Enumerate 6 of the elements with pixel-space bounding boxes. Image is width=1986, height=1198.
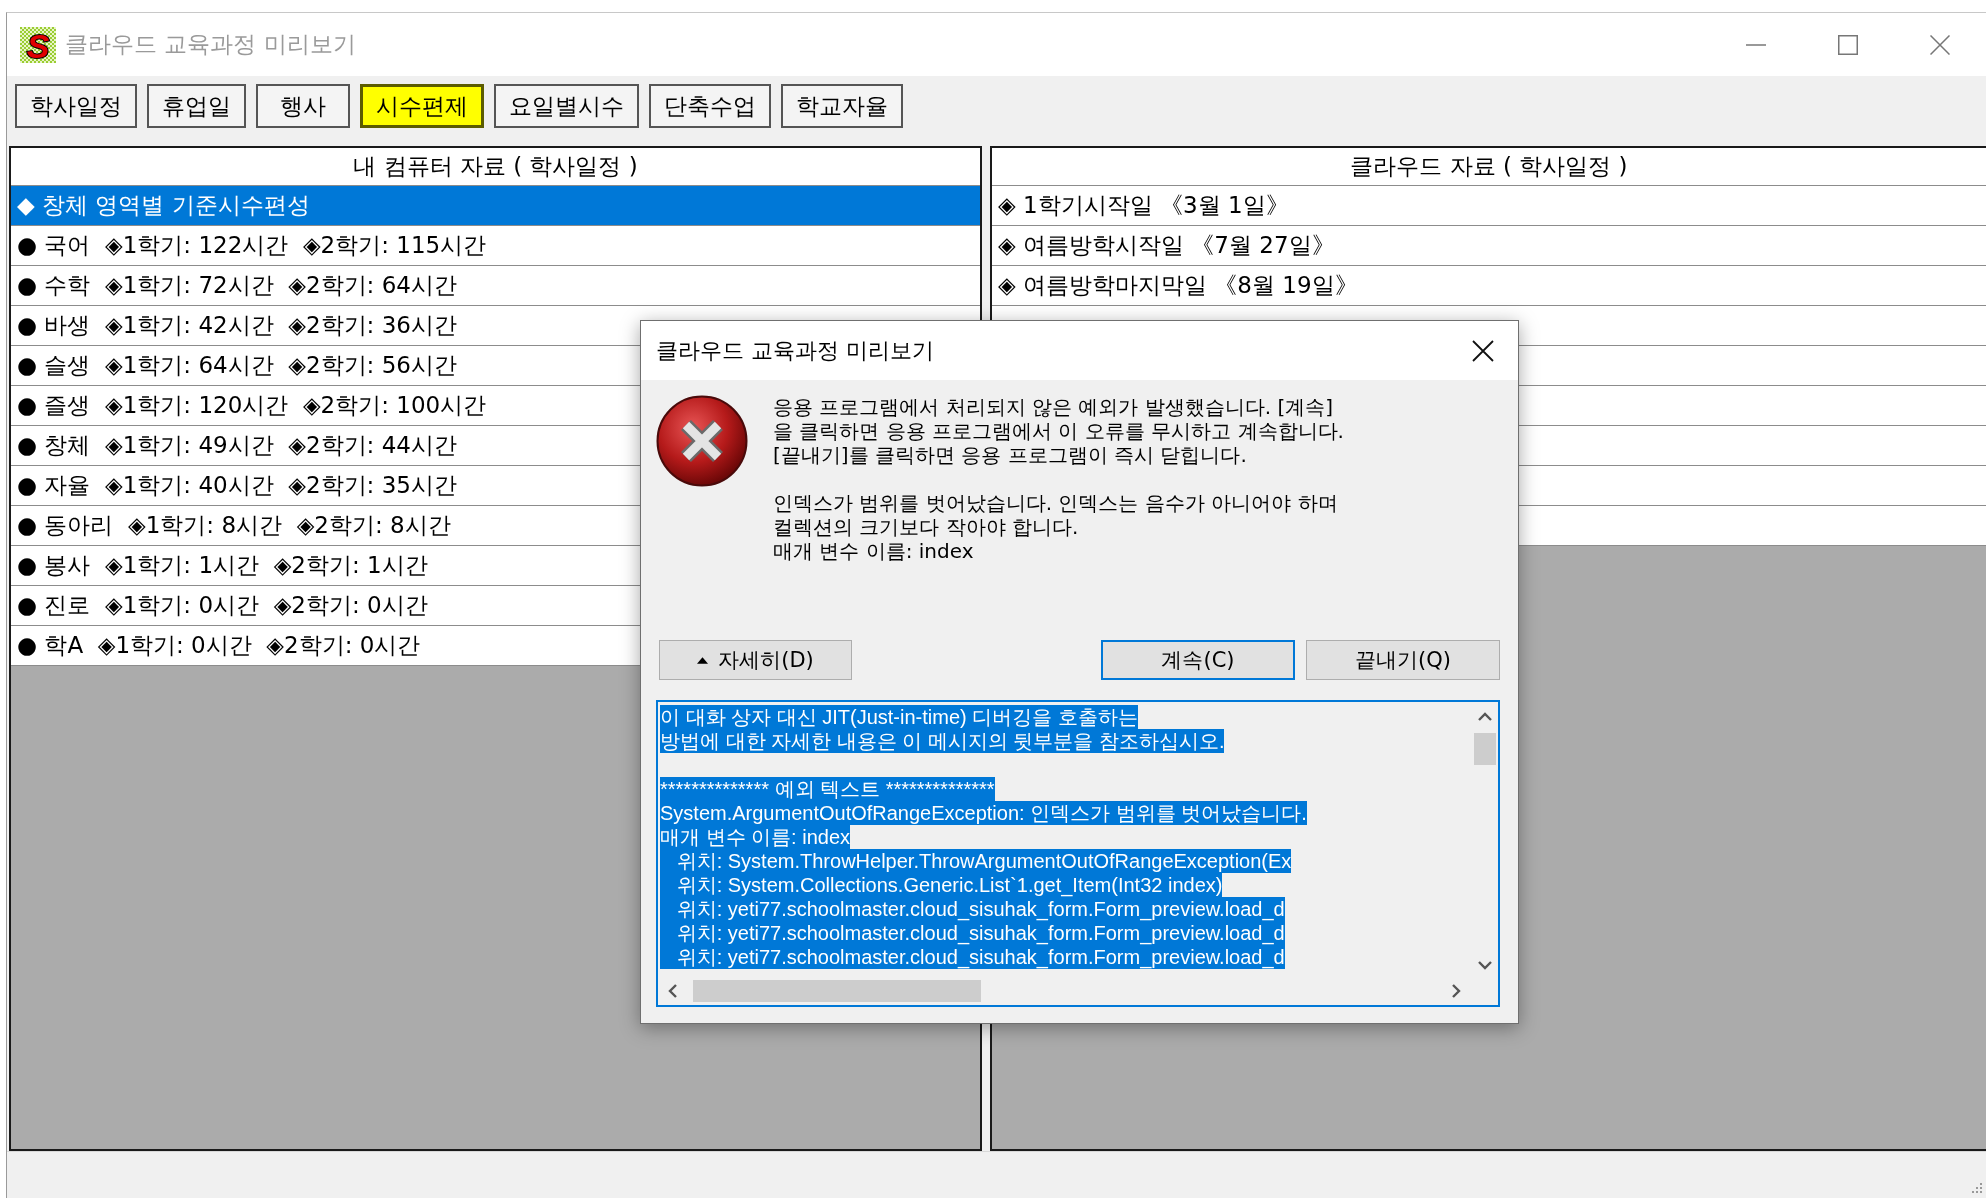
details-text: ************** 예외 텍스트 ************** System.ArgumentOutOfRangeException: 인덱스가 범위를 벗어났습니다. 매개 변수 이름: index 위치: System.ThrowHelper.ThrowArgumentOutOfRangeException(Ex 위치: System.Collections.Generic.List`1.get_Item(Int32 index) 위치: yeti77.schoolmaster.cloud_sisuhak_form.Form_preview.load_d 위치: yeti77.schoolmaster.cloud_sisuhak_form.Form_preview.load_d 위치: yeti77.schoolmaster.cloud_sisuhak_form.Form_preview.load_d <box>660 777 1308 969</box>
app-logo: S <box>20 26 56 63</box>
panel-header: 내 컴퓨터 자료 ( 학사일정 ) <box>11 148 980 186</box>
window-title: 클라우드 교육과정 미리보기 <box>65 30 356 59</box>
details-text: 이 대화 상자 대신 JIT(Just-in-time) 디버깅을 호출하는 방법에 대한 자세한 내용은 이 메시지의 뒷부분을 참조하십시오. <box>660 705 1226 753</box>
panel-header: 클라우드 자료 ( 학사일정 ) <box>992 148 1986 186</box>
